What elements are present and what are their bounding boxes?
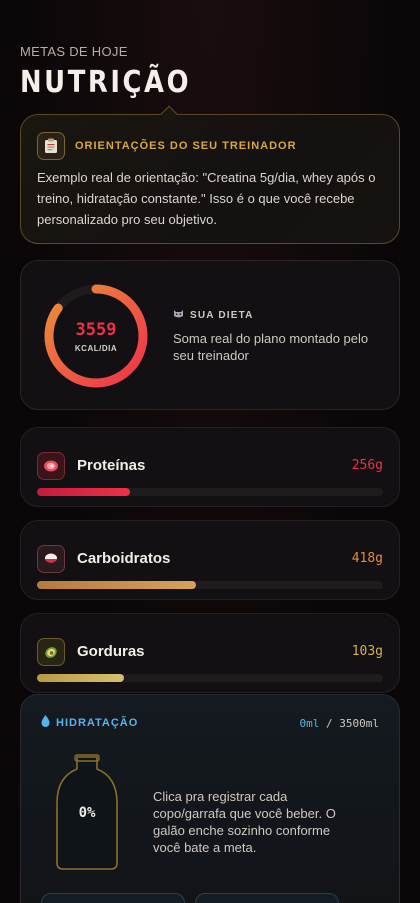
add-bottle-button[interactable] — [195, 893, 339, 903]
macro-value: 103g — [351, 644, 383, 659]
macro-progress-fill — [37, 488, 131, 496]
macro-value: 418g — [351, 551, 383, 566]
hydration-percent: 0% — [78, 805, 96, 821]
macro-progress-track — [37, 488, 383, 496]
page-eyebrow: METAS DE HOJE — [20, 44, 128, 59]
calorie-card: 3559 KCAL/DIA SUA DIETA Soma real do pla… — [20, 260, 400, 410]
macro-value: 256g — [351, 458, 383, 473]
macro-card-gorduras[interactable]: Gorduras 103g — [20, 613, 400, 693]
water-drop-icon — [41, 715, 50, 730]
macro-card-proteinas[interactable]: Proteínas 256g — [20, 427, 400, 507]
macro-name: Proteínas — [77, 457, 146, 474]
page-header: METAS DE HOJE NUTRIÇÃO — [20, 44, 219, 100]
macro-progress-fill — [37, 581, 197, 589]
coach-body: Exemplo real de orientação: "Creatina 5g… — [37, 170, 376, 227]
coach-title: ORIENTAÇÕES DO SEU TREINADOR — [75, 140, 297, 152]
add-cup-button[interactable] — [41, 893, 185, 903]
macro-progress-fill — [37, 674, 124, 682]
macro-progress-track — [37, 674, 383, 682]
macro-card-carboidratos[interactable]: Carboidratos 418g — [20, 520, 400, 600]
macro-progress-track — [37, 581, 383, 589]
coach-guidance-card: ORIENTAÇÕES DO SEU TREINADOR Exemplo rea… — [20, 105, 400, 244]
card-notch — [160, 105, 178, 123]
rice-bowl-icon — [37, 545, 65, 573]
macro-name: Carboidratos — [77, 550, 171, 567]
hydration-title: HIDRATAÇÃO — [56, 716, 139, 729]
hydration-separator: / — [319, 717, 340, 730]
macro-name: Gorduras — [77, 643, 145, 660]
calorie-center: 3559 KCAL/DIA — [41, 281, 151, 391]
meat-icon — [37, 452, 65, 480]
clipboard-icon — [37, 132, 65, 160]
hydration-counter: 0ml / 3500ml — [300, 717, 380, 730]
cat-icon — [173, 309, 184, 322]
calorie-unit: KCAL/DIA — [74, 343, 118, 353]
avocado-icon — [37, 638, 65, 666]
hydration-current: 0ml — [299, 717, 320, 730]
hydration-card: HIDRATAÇÃO 0ml / 3500ml 0% Clica pra reg… — [20, 694, 400, 903]
hydration-goal: 3500ml — [339, 717, 379, 730]
diet-label: SUA DIETA — [190, 310, 254, 321]
page-title: NUTRIÇÃO — [20, 65, 192, 100]
hydration-description: Clica pra registrar cada copo/garrafa qu… — [153, 789, 336, 855]
calorie-value: 3559 — [75, 319, 117, 340]
diet-description: Soma real do plano montado pelo seu trei… — [173, 331, 369, 363]
